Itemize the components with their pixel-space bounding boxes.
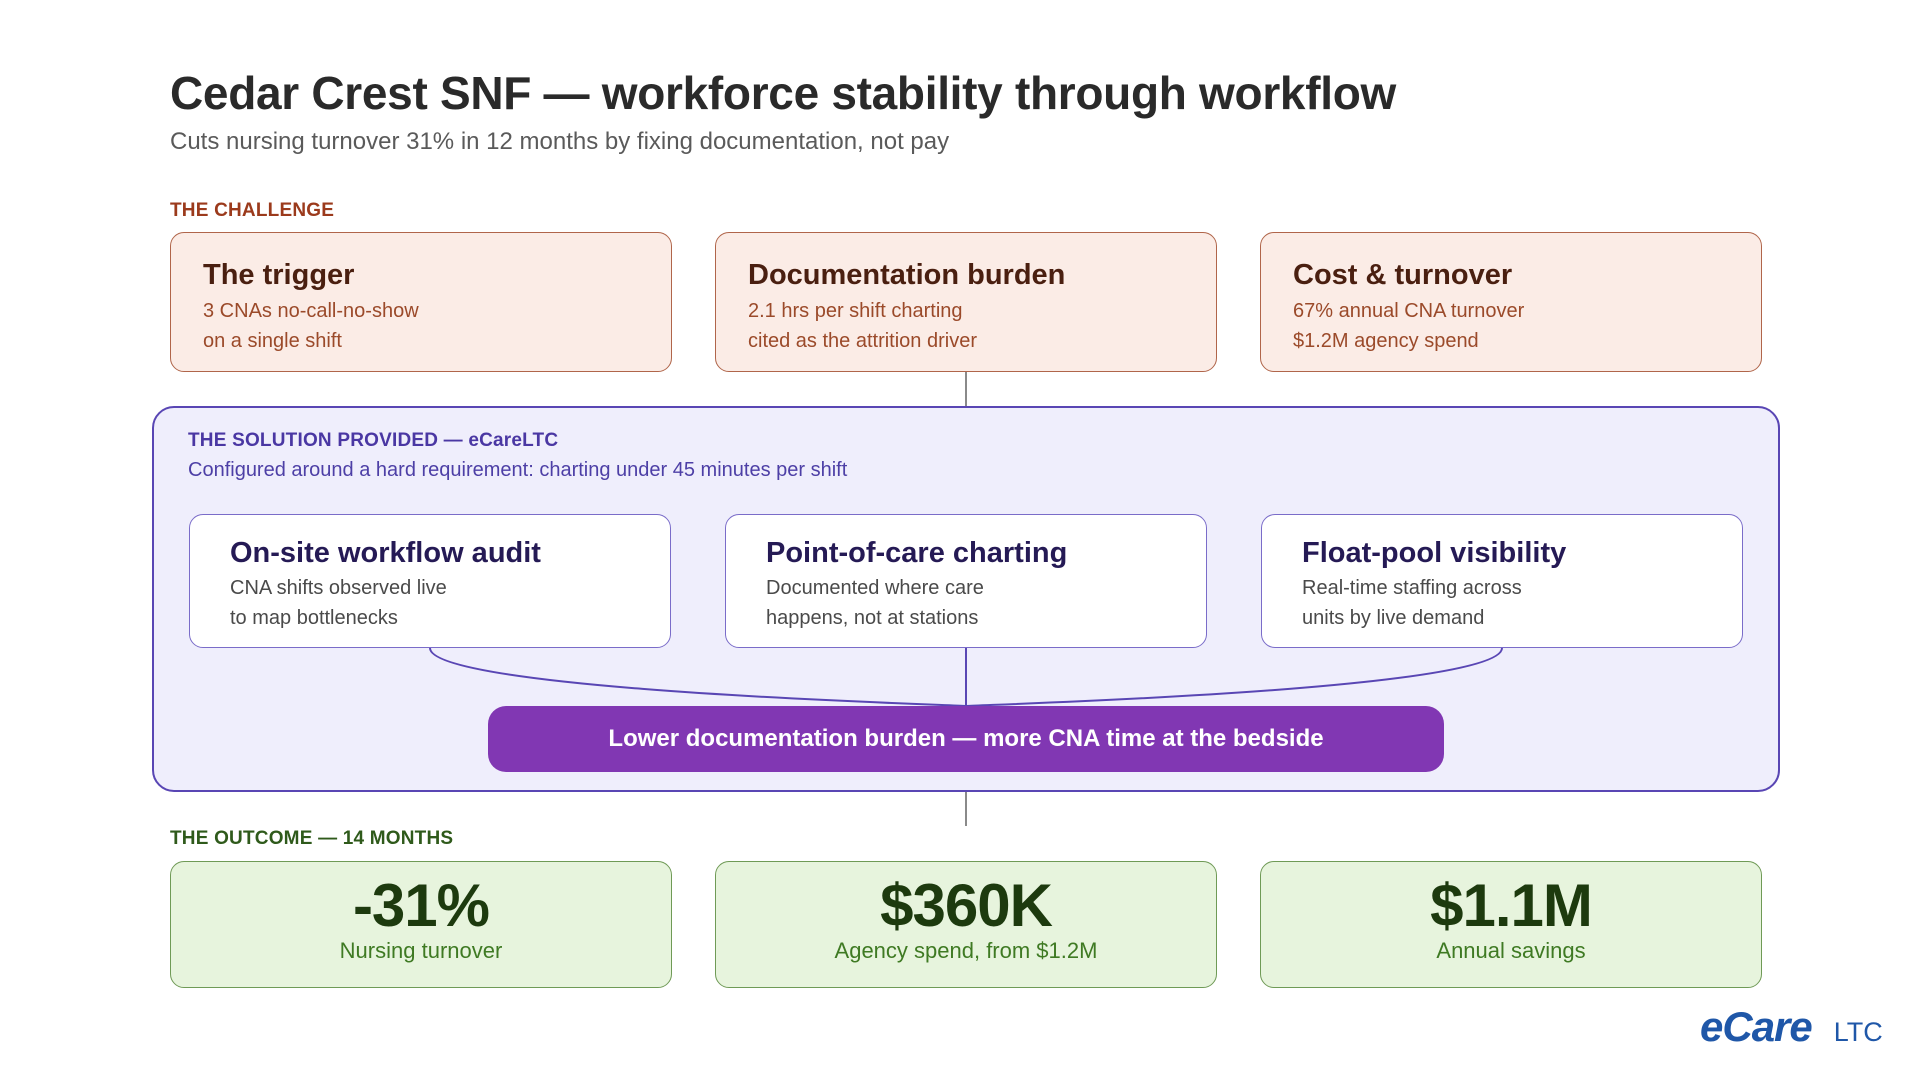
challenge-card-cost: Cost & turnover 67% annual CNA turnover … (1260, 232, 1762, 372)
card-title: On-site workflow audit (230, 537, 541, 569)
outcome-card-agency-spend: $360K Agency spend, from $1.2M (715, 861, 1217, 988)
logo-suffix: LTC (1833, 1017, 1883, 1047)
card-line: to map bottlenecks (230, 607, 398, 629)
solution-step-float-pool: Float-pool visibility Real-time staffing… (1261, 514, 1743, 648)
card-line: 2.1 hrs per shift charting (748, 300, 963, 322)
challenge-card-trigger: The trigger 3 CNAs no-call-no-show on a … (170, 232, 672, 372)
page-title: Cedar Crest SNF — workforce stability th… (170, 67, 1396, 119)
card-line: Real-time staffing across (1302, 577, 1522, 599)
challenge-section-label: THE CHALLENGE (170, 200, 335, 221)
metric-label: Annual savings (1436, 938, 1586, 963)
card-line: on a single shift (203, 330, 342, 352)
metric-label: Nursing turnover (339, 938, 503, 963)
card-title: Cost & turnover (1293, 259, 1513, 291)
card-title: Float-pool visibility (1302, 537, 1567, 569)
card-title: Documentation burden (748, 259, 1066, 291)
card-line: cited as the attrition driver (748, 330, 977, 352)
outcome-section-label: THE OUTCOME — 14 MONTHS (170, 828, 454, 849)
card-line: CNA shifts observed live (230, 577, 447, 599)
outcome-card-savings: $1.1M Annual savings (1260, 861, 1762, 988)
metric-value: $360K (880, 872, 1053, 939)
ecare-ltc-logo: eCare LTC (1700, 1003, 1883, 1051)
card-line: 3 CNAs no-call-no-show (203, 300, 419, 322)
page-subtitle: Cuts nursing turnover 31% in 12 months b… (170, 128, 950, 155)
card-line: Documented where care (766, 577, 984, 599)
challenge-card-documentation: Documentation burden 2.1 hrs per shift c… (715, 232, 1217, 372)
metric-label: Agency spend, from $1.2M (834, 938, 1098, 963)
solution-result-bar: Lower documentation burden — more CNA ti… (488, 706, 1444, 772)
card-line: units by live demand (1302, 607, 1485, 629)
card-line: happens, not at stations (766, 607, 979, 629)
card-line: 67% annual CNA turnover (1293, 300, 1525, 322)
card-title: Point-of-care charting (766, 537, 1068, 569)
solution-section-label: THE SOLUTION PROVIDED — eCareLTC (188, 430, 559, 451)
logo-wordmark: eCare (1700, 1003, 1813, 1050)
solution-step-audit: On-site workflow audit CNA shifts observ… (189, 514, 671, 648)
card-title: The trigger (203, 259, 355, 291)
metric-value: $1.1M (1430, 872, 1593, 939)
outcome-card-turnover: -31% Nursing turnover (170, 861, 672, 988)
metric-value: -31% (352, 872, 490, 939)
card-line: $1.2M agency spend (1293, 330, 1479, 352)
solution-subtitle: Configured around a hard requirement: ch… (188, 459, 848, 481)
solution-step-charting: Point-of-care charting Documented where … (725, 514, 1207, 648)
